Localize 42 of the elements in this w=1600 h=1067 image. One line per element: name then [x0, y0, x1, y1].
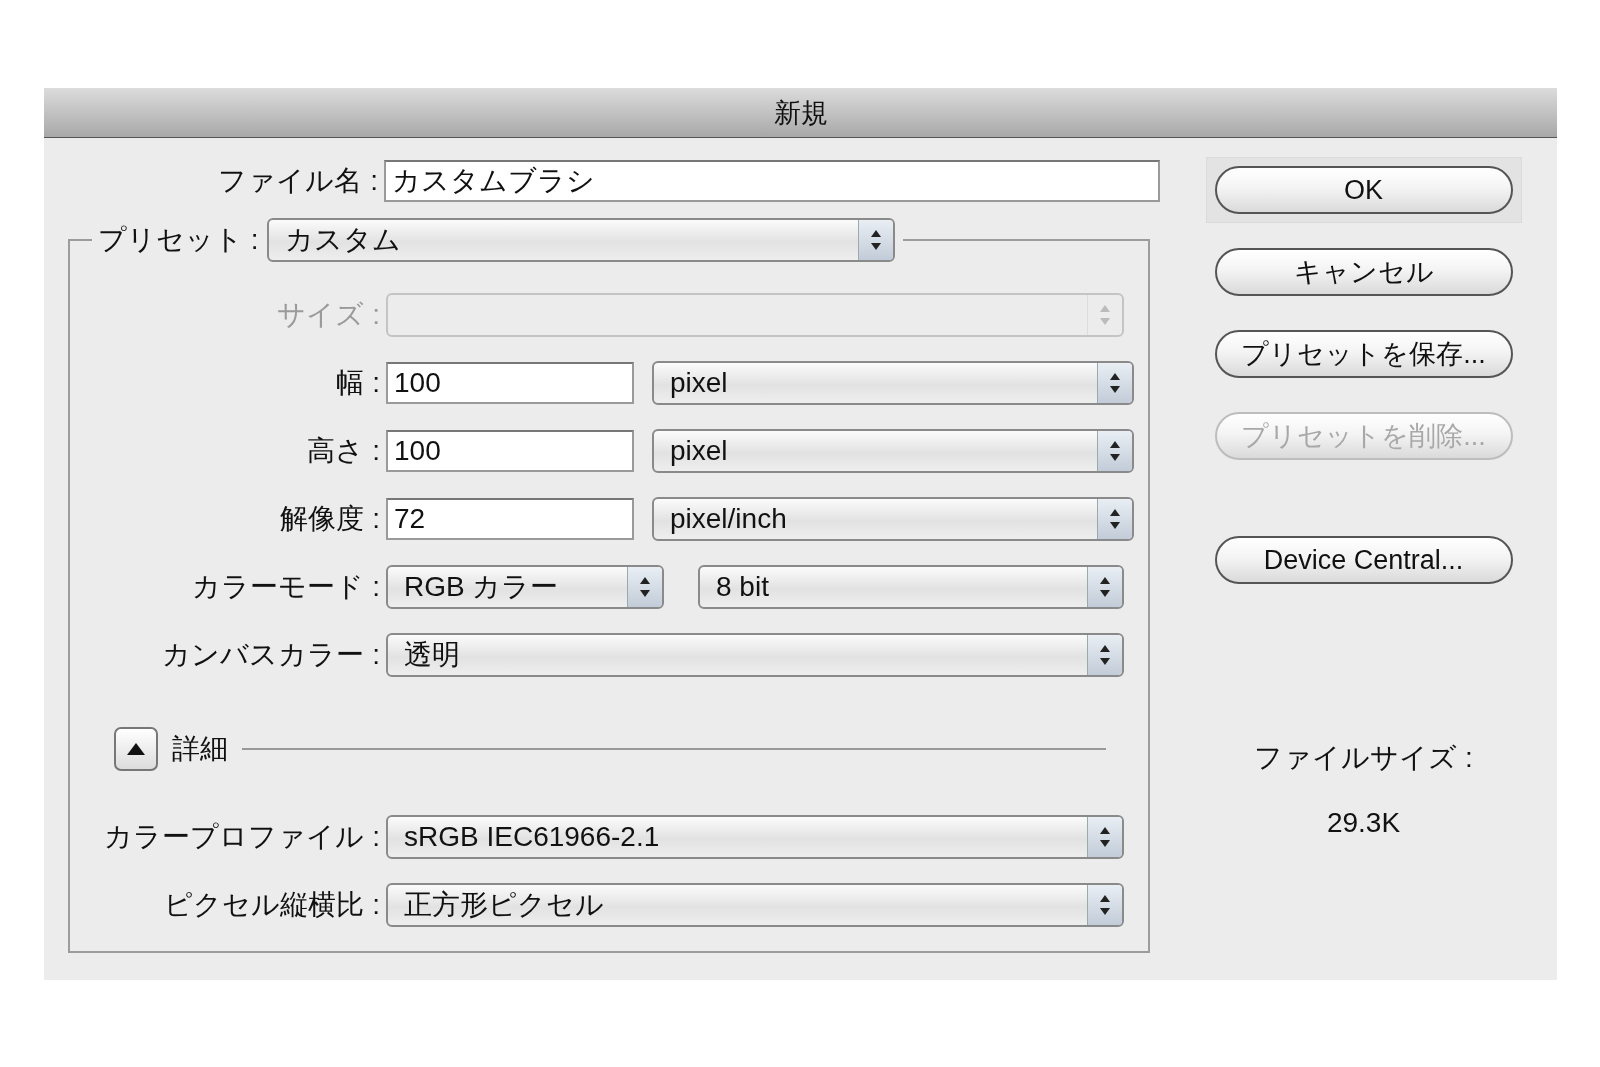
dropdown[interactable]: RGB カラー	[386, 565, 664, 609]
input-field[interactable]: 100	[386, 362, 634, 404]
dialog-button[interactable]: キャンセル	[1214, 248, 1513, 296]
field-label: プリセット :	[98, 223, 259, 257]
field-label: 幅 :	[335, 366, 380, 400]
dialog-button[interactable]: Device Central...	[1214, 536, 1513, 584]
updown-arrows-icon	[857, 220, 893, 260]
field-label: カラープロファイル :	[103, 820, 380, 854]
field-label: 解像度 :	[279, 502, 380, 536]
window-title: 新規	[773, 96, 828, 130]
dropdown[interactable]: pixel/inch	[652, 497, 1134, 541]
input-field[interactable]: 72	[386, 498, 634, 540]
dropdown[interactable]: 8 bit	[698, 565, 1124, 609]
file-size-value: 29.3K	[1326, 807, 1401, 839]
field-label: ピクセル縦横比 :	[163, 888, 380, 922]
field-label: サイズ :	[276, 298, 380, 332]
updown-arrows-icon	[1087, 817, 1122, 857]
updown-arrows-icon	[1097, 431, 1132, 471]
file-size-label: ファイルサイズ :	[1254, 741, 1473, 775]
updown-arrows-icon	[627, 567, 662, 607]
input-field[interactable]: 100	[386, 430, 634, 472]
field-label: 高さ :	[306, 434, 380, 468]
disclosure-button[interactable]	[114, 727, 158, 771]
input-field[interactable]: カスタムブラシ	[384, 160, 1160, 202]
field-label: カラーモード :	[191, 570, 380, 604]
dropdown[interactable]: 透明	[386, 633, 1124, 677]
updown-arrows-icon	[1087, 567, 1122, 607]
field-label: カンバスカラー :	[161, 638, 380, 672]
dialog-button[interactable]: OK	[1214, 166, 1513, 214]
field-label: ファイル名 :	[217, 164, 378, 198]
dropdown[interactable]: sRGB IEC61966-2.1	[386, 815, 1124, 859]
dropdown[interactable]: カスタム	[266, 218, 895, 262]
updown-arrows-icon	[1097, 363, 1132, 403]
dropdown[interactable]: 正方形ピクセル	[386, 883, 1124, 927]
updown-arrows-icon	[1097, 499, 1132, 539]
updown-arrows-icon	[1087, 885, 1122, 925]
dropdown[interactable]: pixel	[652, 361, 1134, 405]
updown-arrows-icon	[1087, 635, 1122, 675]
dialog-button[interactable]: プリセットを保存...	[1214, 330, 1513, 378]
dropdown[interactable]: pixel	[652, 429, 1134, 473]
triangle-up-icon	[127, 743, 145, 755]
section-label: 詳細	[172, 732, 228, 766]
